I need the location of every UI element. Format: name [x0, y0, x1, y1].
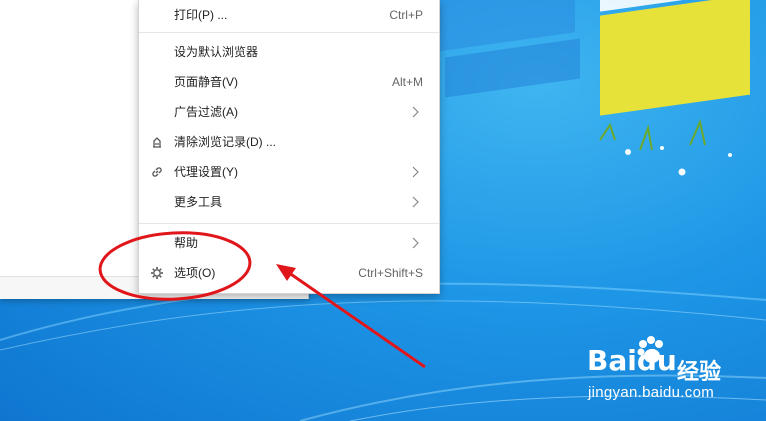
menu-item-more-tools[interactable]: 更多工具 [139, 187, 439, 217]
menu-item-shortcut: Ctrl+Shift+S [358, 266, 423, 280]
menu-item-help[interactable]: 帮助 [139, 228, 439, 258]
menu-item-ad-filter[interactable]: 广告过滤(A) [139, 97, 439, 127]
menu-item-label: 选项(O) [174, 266, 216, 280]
link-icon [152, 167, 162, 177]
baidu-logo-text: Baidu [587, 344, 677, 377]
menu-item-print[interactable]: 打印(P) ... Ctrl+P [139, 0, 439, 30]
watermark-url: jingyan.baidu.com [588, 384, 715, 401]
menu-item-label: 设为默认浏览器 [174, 45, 259, 59]
menu-separator [139, 32, 439, 33]
menu-item-label: 页面静音(V) [174, 75, 238, 89]
menu-item-clear-history[interactable]: 清除浏览记录(D) ... [139, 127, 439, 157]
eraser-icon [153, 137, 161, 148]
watermark-service: 经验 [677, 360, 722, 385]
menu-item-proxy-settings[interactable]: 代理设置(Y) [139, 157, 439, 187]
menu-item-set-default-browser[interactable]: 设为默认浏览器 [139, 37, 439, 67]
chevron-right-icon [412, 237, 419, 249]
baidu-jingyan-watermark: Baidu 经验 jingyan.baidu.com [585, 332, 765, 404]
gear-icon [151, 267, 163, 279]
menu-item-options[interactable]: 选项(O) Ctrl+Shift+S [139, 258, 439, 288]
baidu-logo: Baidu [587, 336, 677, 377]
menu-item-label: 更多工具 [174, 195, 223, 209]
menu-item-label: 帮助 [174, 236, 199, 250]
windows-logo [440, 0, 750, 116]
chevron-right-icon [412, 196, 419, 208]
menu-item-label: 清除浏览记录(D) ... [174, 135, 276, 149]
menu-separator [139, 223, 439, 224]
chevron-right-icon [412, 106, 419, 118]
menu-item-mute-page[interactable]: 页面静音(V) Alt+M [139, 67, 439, 97]
menu-item-label: 打印(P) ... [174, 8, 228, 22]
chevron-right-icon [412, 166, 419, 178]
menu-item-label: 代理设置(Y) [174, 165, 238, 179]
menu-item-shortcut: Ctrl+P [389, 8, 423, 22]
browser-main-menu: 打印(P) ... Ctrl+P 设为默认浏览器 页面静音(V) Alt+M 广… [138, 0, 440, 294]
menu-item-shortcut: Alt+M [391, 75, 423, 89]
menu-item-label: 广告过滤(A) [174, 105, 238, 119]
